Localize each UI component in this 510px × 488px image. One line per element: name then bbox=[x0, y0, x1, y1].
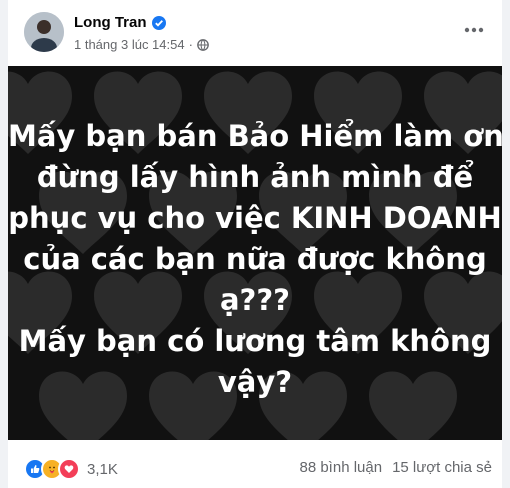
reactions-summary[interactable]: 3,1K bbox=[24, 458, 118, 480]
author-name[interactable]: Long Tran bbox=[74, 14, 147, 31]
comments-count-link[interactable]: 88 bình luận bbox=[299, 459, 382, 476]
image-text-line: Mấy bạn có lương tâm không bbox=[18, 324, 492, 358]
image-text-line: ạ??? bbox=[219, 283, 291, 317]
more-options-button[interactable] bbox=[456, 18, 492, 42]
image-text-line: vậy? bbox=[217, 365, 293, 399]
globe-icon bbox=[197, 38, 209, 51]
more-options-icon bbox=[464, 27, 484, 33]
stats-gap bbox=[382, 459, 392, 476]
meta-separator: · bbox=[188, 37, 193, 52]
reaction-count[interactable]: 3,1K bbox=[87, 461, 118, 478]
image-text-line: của các bạn nữa được không bbox=[23, 242, 487, 276]
verified-badge-icon bbox=[151, 15, 166, 30]
image-text-line: Mấy bạn bán Bảo Hiểm làm ơn bbox=[8, 119, 502, 153]
post-card: Long Tran 1 tháng 3 lúc 14:54 · Mấy bạn … bbox=[8, 0, 502, 488]
engagement-stats: 88 bình luận 15 lượt chia sẻ bbox=[299, 459, 492, 476]
image-text-line: đừng lấy hình ảnh mình để bbox=[36, 160, 474, 194]
post-image-text: Mấy bạn bán Bảo Hiểm làm ơn đừng lấy hìn… bbox=[8, 116, 502, 403]
post-footer: 3,1K 88 bình luận 15 lượt chia sẻ bbox=[8, 440, 502, 488]
love-icon bbox=[58, 458, 80, 480]
post-image[interactable]: Mấy bạn bán Bảo Hiểm làm ơn đừng lấy hìn… bbox=[8, 66, 502, 440]
shares-count-link[interactable]: 15 lượt chia sẻ bbox=[392, 459, 492, 476]
avatar-image bbox=[24, 12, 64, 52]
post-timestamp[interactable]: 1 tháng 3 lúc 14:54 bbox=[74, 37, 185, 52]
author-avatar[interactable] bbox=[24, 12, 64, 52]
image-text-line: phục vụ cho việc KINH DOANH bbox=[8, 201, 502, 235]
post-header: Long Tran 1 tháng 3 lúc 14:54 · bbox=[8, 0, 502, 66]
